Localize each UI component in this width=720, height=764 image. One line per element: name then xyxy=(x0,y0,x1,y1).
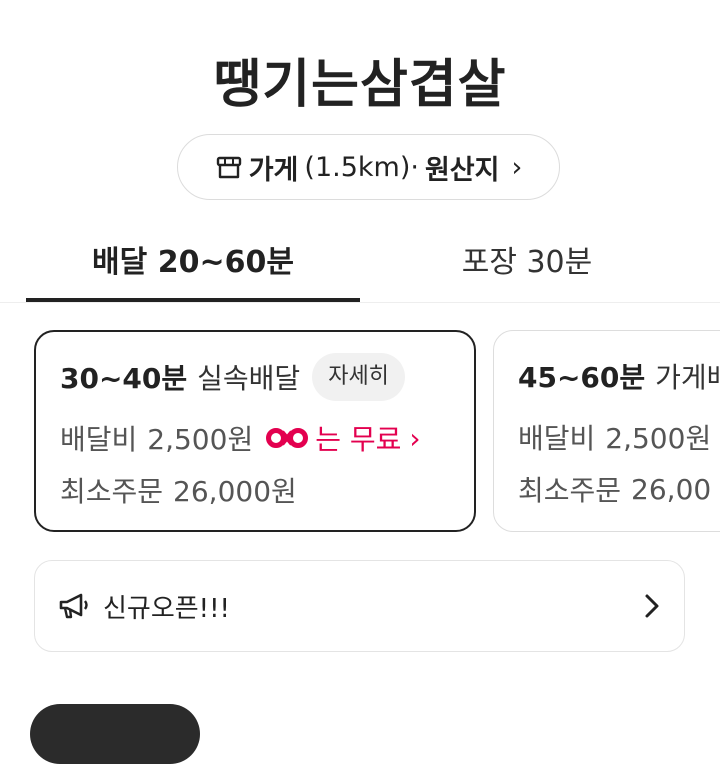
min-order-amount: 26,000원 xyxy=(173,475,297,508)
tab-delivery[interactable]: 배달 20~60분 xyxy=(26,228,360,302)
delivery-fee-label: 배달비 xyxy=(60,423,138,456)
store-title: 땡기는삼겹살 xyxy=(213,55,507,115)
details-button[interactable]: 자세히 xyxy=(312,353,405,401)
delivery-time: 45~60분 xyxy=(518,361,646,394)
promo-text: 는 무료 xyxy=(315,423,402,456)
store-icon xyxy=(215,154,243,180)
free-delivery-promo[interactable]: 는 무료 › xyxy=(265,418,421,458)
min-order-label: 최소주문 xyxy=(60,475,164,508)
megaphone-icon xyxy=(57,591,91,621)
delivery-fee-label: 배달비 xyxy=(518,422,596,455)
delivery-method: 실속배달 xyxy=(197,362,301,395)
delivery-time: 30~40분 xyxy=(60,362,188,395)
filter-chip[interactable] xyxy=(30,704,200,764)
chevron-right-icon xyxy=(644,593,660,619)
delivery-option-card[interactable]: 30~40분 실속배달 자세히 배달비 2,500원 는 무료 › 최소주문 2… xyxy=(34,330,476,532)
delivery-fee: 2,500원 xyxy=(147,423,254,456)
delivery-option-card[interactable]: 45~60분 가게배 배달비 2,500원 최소주문 26,00 xyxy=(493,330,720,532)
delivery-method: 가게배 xyxy=(655,361,720,394)
store-info-label: 가게 xyxy=(248,154,299,186)
delivery-fee: 2,500원 xyxy=(605,422,712,455)
notice-text: 신규오픈!!! xyxy=(103,593,230,624)
chevron-right-icon: › xyxy=(409,421,421,455)
membership-logo-icon xyxy=(266,428,309,448)
origin-label: 원산지 xyxy=(424,154,500,186)
min-order-amount: 26,00 xyxy=(631,472,712,506)
store-info-button[interactable]: 가게 (1.5km)· 원산지 › xyxy=(177,134,560,200)
store-notice[interactable]: 신규오픈!!! xyxy=(34,560,685,652)
order-type-tabs: 배달 20~60분 포장 30분 xyxy=(0,228,720,304)
chevron-right-icon: › xyxy=(511,151,523,183)
tab-pickup[interactable]: 포장 30분 xyxy=(360,228,694,300)
min-order-label: 최소주문 xyxy=(518,474,622,507)
tabs-divider xyxy=(0,302,720,303)
store-distance: (1.5km)· xyxy=(304,151,419,183)
